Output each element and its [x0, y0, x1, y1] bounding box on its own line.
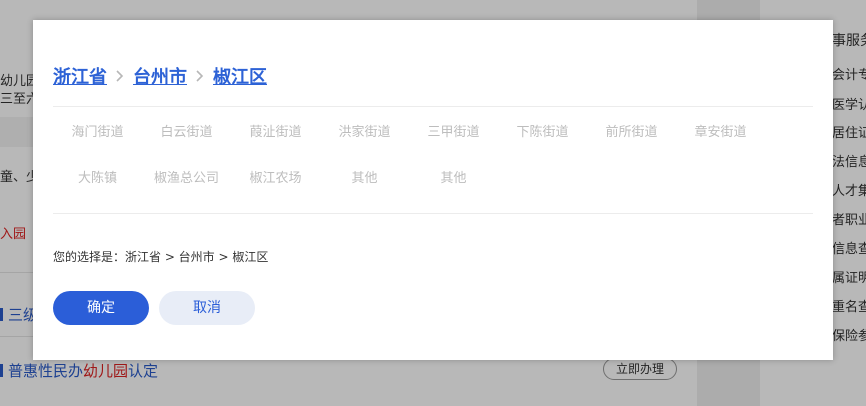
street-option[interactable]: 葭沚街道 — [231, 123, 320, 143]
cancel-button[interactable]: 取消 — [159, 291, 255, 325]
region-picker-dialog: 浙江省 台州市 椒江区 海门街道 白云街道 葭沚街道 洪家街道 三甲街道 下陈街… — [33, 20, 833, 360]
street-options-grid: 海门街道 白云街道 葭沚街道 洪家街道 三甲街道 下陈街道 前所街道 章安街道 … — [53, 123, 813, 189]
confirm-button[interactable]: 确定 — [53, 291, 149, 325]
breadcrumb-province[interactable]: 浙江省 — [53, 63, 107, 89]
street-option[interactable]: 海门街道 — [53, 123, 142, 143]
street-option[interactable]: 其他 — [409, 169, 498, 189]
selection-summary: 您的选择是：浙江省 > 台州市 > 椒江区 — [53, 250, 269, 264]
dialog-divider — [53, 213, 813, 214]
street-option[interactable]: 其他 — [320, 169, 409, 189]
chevron-right-icon — [195, 70, 205, 82]
street-option[interactable]: 洪家街道 — [320, 123, 409, 143]
street-option[interactable]: 椒江农场 — [231, 169, 320, 189]
street-option[interactable]: 白云街道 — [142, 123, 231, 143]
street-option[interactable]: 三甲街道 — [409, 123, 498, 143]
region-breadcrumb: 浙江省 台州市 椒江区 — [53, 63, 267, 89]
chevron-right-icon — [115, 70, 125, 82]
breadcrumb-city[interactable]: 台州市 — [133, 63, 187, 89]
street-option[interactable]: 前所街道 — [587, 123, 676, 143]
street-option[interactable]: 章安街道 — [676, 123, 765, 143]
street-option[interactable]: 椒渔总公司 — [142, 169, 231, 189]
dialog-divider — [53, 106, 813, 107]
breadcrumb-district[interactable]: 椒江区 — [213, 63, 267, 89]
street-option[interactable]: 下陈街道 — [498, 123, 587, 143]
street-option[interactable]: 大陈镇 — [53, 169, 142, 189]
